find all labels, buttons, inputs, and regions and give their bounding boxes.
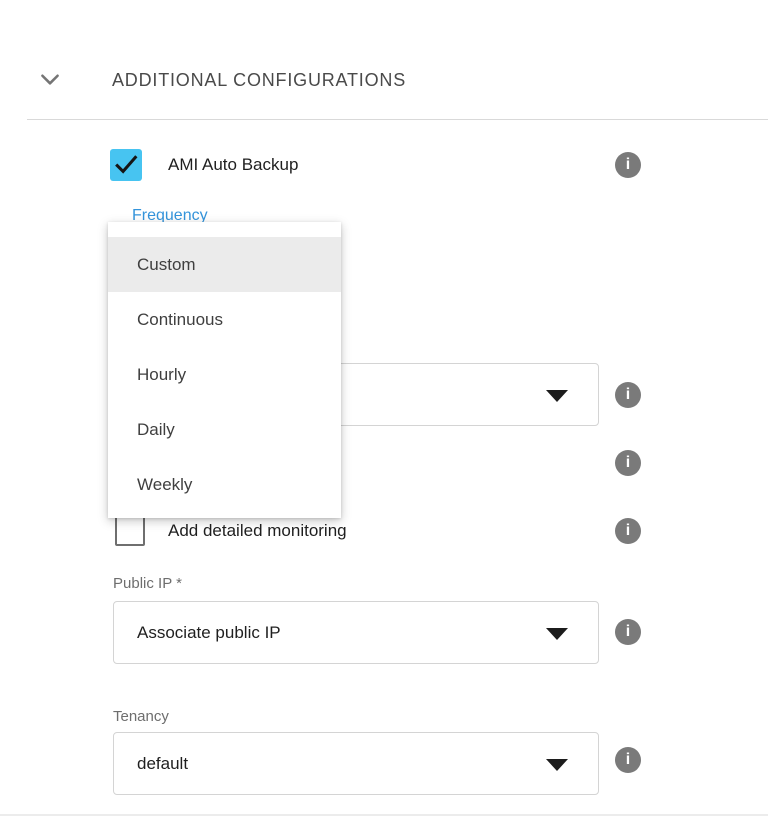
section-divider <box>27 119 768 120</box>
frequency-dropdown-menu: Custom Continuous Hourly Daily Weekly <box>108 222 341 518</box>
dropdown-option-daily[interactable]: Daily <box>108 402 341 457</box>
public-ip-selected-value: Associate public IP <box>137 602 281 663</box>
dropdown-option-weekly[interactable]: Weekly <box>108 457 341 512</box>
section-title: ADDITIONAL CONFIGURATIONS <box>112 69 406 92</box>
dropdown-arrow-icon <box>546 628 568 640</box>
ami-auto-backup-checkbox[interactable] <box>110 149 142 181</box>
additional-configurations-panel: ADDITIONAL CONFIGURATIONS AMI Auto Backu… <box>0 0 768 831</box>
checkmark-icon <box>112 151 140 179</box>
dropdown-option-hourly[interactable]: Hourly <box>108 347 341 402</box>
tenancy-field-label: Tenancy <box>113 708 169 726</box>
chevron-down-icon[interactable] <box>37 66 63 92</box>
tenancy-select[interactable]: default <box>113 732 599 795</box>
public-ip-field-label: Public IP * <box>113 575 182 593</box>
add-detailed-monitoring-label: Add detailed monitoring <box>168 519 347 543</box>
info-icon[interactable]: i <box>615 382 641 408</box>
dropdown-option-custom[interactable]: Custom <box>108 237 341 292</box>
dropdown-option-continuous[interactable]: Continuous <box>108 292 341 347</box>
info-icon[interactable]: i <box>615 518 641 544</box>
dropdown-arrow-icon <box>546 390 568 402</box>
info-icon[interactable]: i <box>615 747 641 773</box>
info-icon[interactable]: i <box>615 619 641 645</box>
tenancy-selected-value: default <box>137 733 188 794</box>
ami-auto-backup-label: AMI Auto Backup <box>168 153 298 177</box>
info-icon[interactable]: i <box>615 152 641 178</box>
info-icon[interactable]: i <box>615 450 641 476</box>
dropdown-arrow-icon <box>546 759 568 771</box>
add-detailed-monitoring-checkbox[interactable] <box>115 516 145 546</box>
bottom-divider <box>0 814 768 816</box>
public-ip-select[interactable]: Associate public IP <box>113 601 599 664</box>
